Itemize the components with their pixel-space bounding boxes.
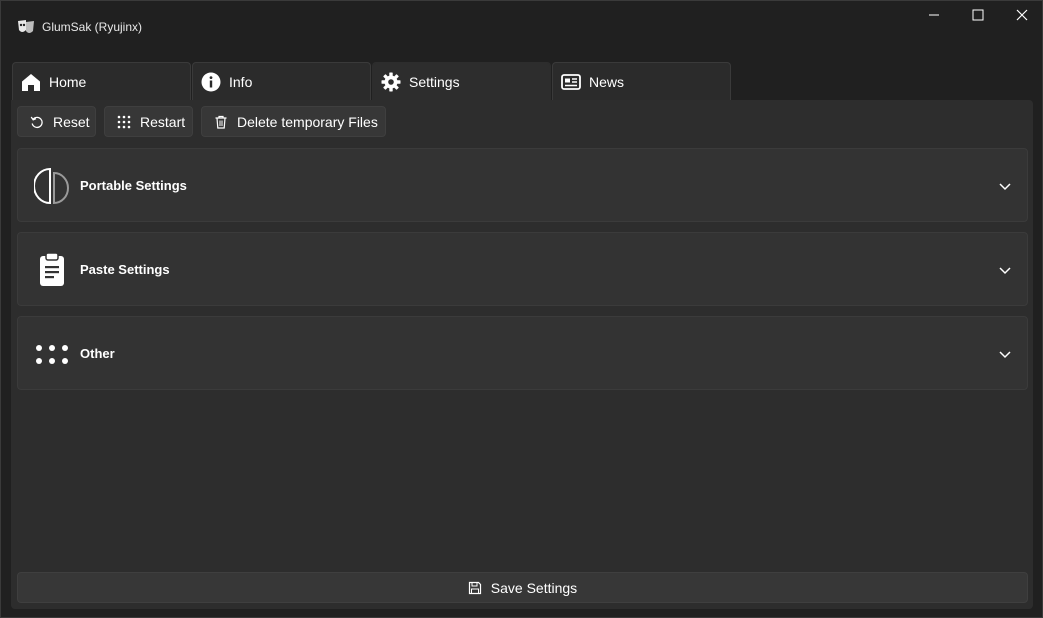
window-title: GlumSak (Ryujinx)	[42, 20, 143, 34]
news-icon	[561, 72, 581, 92]
close-button[interactable]	[999, 1, 1043, 33]
grid-dots-icon	[117, 115, 131, 129]
paste-settings-expander[interactable]: Paste Settings	[17, 232, 1028, 306]
tab-news[interactable]: News	[552, 62, 731, 101]
gear-icon	[381, 72, 401, 92]
home-icon	[21, 72, 41, 92]
save-icon	[468, 581, 482, 595]
tab-info[interactable]: Info	[192, 62, 371, 101]
reset-button[interactable]: Reset	[17, 106, 96, 137]
chevron-down-icon	[997, 346, 1013, 362]
tab-home[interactable]: Home	[12, 62, 191, 101]
title-bar: GlumSak (Ryujinx)	[1, 1, 1042, 53]
save-settings-button[interactable]: Save Settings	[17, 572, 1028, 603]
section-title: Paste Settings	[80, 262, 170, 277]
portable-icon	[34, 167, 70, 205]
chevron-down-icon	[997, 262, 1013, 278]
info-icon	[201, 72, 221, 92]
portable-settings-expander[interactable]: Portable Settings	[17, 148, 1028, 222]
app-window: GlumSak (Ryujinx) Home Info Settings New…	[0, 0, 1043, 618]
maximize-button[interactable]	[955, 1, 1001, 33]
close-icon	[1016, 8, 1028, 26]
mask-icon	[17, 18, 35, 36]
section-title: Portable Settings	[80, 178, 187, 193]
chevron-down-icon	[997, 178, 1013, 194]
save-label: Save Settings	[490, 579, 578, 596]
tab-label: News	[589, 74, 625, 90]
other-expander[interactable]: Other	[17, 316, 1028, 390]
trash-icon	[214, 115, 228, 129]
minimize-icon	[928, 8, 940, 26]
section-title: Other	[80, 346, 115, 361]
settings-panel: Reset Restart Delete temporary Files Por…	[11, 100, 1033, 609]
minimize-button[interactable]	[911, 1, 957, 33]
tab-label: Settings	[409, 74, 460, 90]
tab-label: Home	[49, 74, 87, 90]
maximize-icon	[972, 8, 984, 26]
clipboard-icon	[34, 251, 70, 289]
tab-label: Info	[229, 74, 253, 90]
delete-temp-files-button[interactable]: Delete temporary Files	[201, 106, 386, 137]
reset-icon	[30, 115, 44, 129]
tab-settings[interactable]: Settings	[372, 62, 551, 101]
restart-button[interactable]: Restart	[104, 106, 193, 137]
dots-icon	[34, 335, 70, 373]
